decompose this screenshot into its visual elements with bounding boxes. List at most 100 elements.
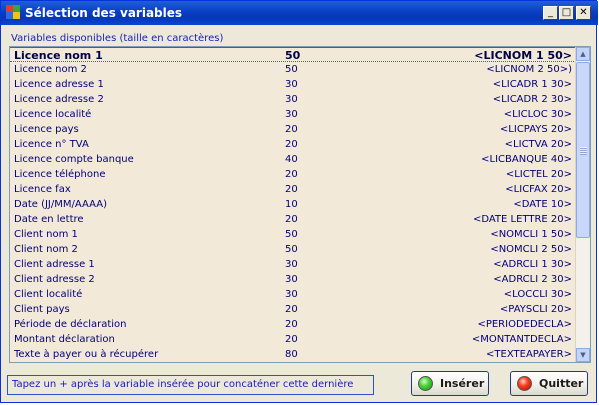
- variable-size: 30: [285, 259, 298, 270]
- variable-row[interactable]: Licence pays 20 <LICPAYS 20>: [10, 122, 576, 137]
- variable-code: <PAYSCLI 20>: [499, 304, 572, 315]
- variable-size: 30: [285, 79, 298, 90]
- dialog-body: Variables disponibles (taille en caractè…: [5, 27, 594, 401]
- variable-name: Client nom 1: [14, 229, 78, 240]
- variable-name: Licence téléphone: [14, 169, 106, 180]
- hint-text: Tapez un + après la variable insérée pou…: [7, 375, 374, 395]
- variable-name: Date en lettre: [14, 214, 84, 225]
- variable-row[interactable]: Période de déclaration 20 <PERIODEDECLA>: [10, 317, 576, 332]
- variable-code: <NOMCLI 1 50>: [490, 229, 572, 240]
- variable-size: 40: [285, 154, 298, 165]
- variable-name: Texte à payer ou à récupérer: [14, 349, 159, 360]
- variable-size: 20: [285, 334, 298, 345]
- variable-size: 20: [285, 139, 298, 150]
- variable-row[interactable]: Licence téléphone 20 <LICTEL 20>: [10, 167, 576, 182]
- variable-row[interactable]: Licence adresse 2 30 <LICADR 2 30>: [10, 92, 576, 107]
- variable-size: 30: [285, 109, 298, 120]
- variable-code: <LICNOM 1 50>: [474, 49, 572, 62]
- variable-row[interactable]: Licence adresse 1 30 <LICADR 1 30>: [10, 77, 576, 92]
- variable-name: Client nom 2: [14, 244, 78, 255]
- variable-row[interactable]: Date en lettre 20 <DATE LETTRE 20>: [10, 212, 576, 227]
- variable-row[interactable]: Licence fax 20 <LICFAX 20>: [10, 182, 576, 197]
- variable-row[interactable]: Client nom 1 50 <NOMCLI 1 50>: [10, 227, 576, 242]
- variable-name: Licence adresse 1: [14, 79, 104, 90]
- window-title: Sélection des variables: [25, 6, 183, 20]
- variable-row[interactable]: Client nom 2 50 <NOMCLI 2 50>: [10, 242, 576, 257]
- variable-row[interactable]: Licence nom 1 50 <LICNOM 1 50>: [10, 47, 576, 62]
- variable-name: Licence compte banque: [14, 154, 134, 165]
- variable-code: <NOMCLI 2 50>: [490, 244, 572, 255]
- variable-size: 50: [285, 49, 301, 62]
- vertical-scrollbar[interactable]: ▲ ▼: [575, 47, 590, 362]
- variable-size: 20: [285, 214, 298, 225]
- variable-row[interactable]: Client adresse 1 30 <ADRCLI 1 30>: [10, 257, 576, 272]
- variable-code: <PERIODEDECLA>: [477, 319, 572, 330]
- variable-size: 20: [285, 169, 298, 180]
- variable-name: Licence localité: [14, 109, 92, 120]
- insert-button[interactable]: Insérer: [411, 371, 489, 396]
- insert-button-label: Insérer: [440, 377, 485, 390]
- variable-size: 30: [285, 274, 298, 285]
- variable-name: Montant déclaration: [14, 334, 115, 345]
- close-button[interactable]: ✕: [576, 6, 591, 20]
- variable-row[interactable]: Licence compte banque 40 <LICBANQUE 40>: [10, 152, 576, 167]
- variable-name: Licence nom 1: [14, 49, 103, 62]
- variable-code: <TEXTEAPAYER>: [486, 349, 572, 360]
- variable-code: <MONTANTDECLA>: [471, 334, 572, 345]
- variable-row[interactable]: Client pays 20 <PAYSCLI 20>: [10, 302, 576, 317]
- variable-code: <LICTEL 20>: [505, 169, 572, 180]
- variable-name: Client pays: [14, 304, 70, 315]
- variables-listbox[interactable]: Licence nom 1 50 <LICNOM 1 50> Licence nom …: [9, 46, 591, 363]
- app-icon: [6, 5, 20, 19]
- variable-code: <LICADR 1 30>: [492, 79, 572, 90]
- red-led-icon: [517, 376, 532, 391]
- variable-row[interactable]: Licence nom 2 50 <LICNOM 2 50>): [10, 62, 576, 77]
- variable-code: <ADRCLI 1 30>: [493, 259, 572, 270]
- variable-name: Client adresse 2: [14, 274, 95, 285]
- quit-button[interactable]: Quitter: [510, 371, 588, 396]
- variable-row[interactable]: Client localité 30 <LOCCLI 30>: [10, 287, 576, 302]
- variable-size: 20: [285, 304, 298, 315]
- variable-code: <LICLOC 30>: [503, 109, 572, 120]
- variable-name: Licence fax: [14, 184, 71, 195]
- minimize-button[interactable]: _: [543, 6, 558, 20]
- variable-row[interactable]: Texte à payer ou à récupérer 80 <TEXTEAPAY…: [10, 347, 576, 362]
- variable-name: Licence pays: [14, 124, 79, 135]
- variable-size: 20: [285, 124, 298, 135]
- variable-name: Client localité: [14, 289, 83, 300]
- quit-button-label: Quitter: [539, 377, 584, 390]
- grip-icon: [580, 147, 587, 155]
- variable-size: 50: [285, 64, 298, 75]
- variable-name: Période de déclaration: [14, 319, 127, 330]
- variable-row[interactable]: Licence localité 30 <LICLOC 30>: [10, 107, 576, 122]
- dialog-window: Sélection des variables _ □ ✕ Variables …: [0, 0, 598, 403]
- scroll-down-icon[interactable]: ▼: [576, 348, 590, 362]
- scroll-up-icon[interactable]: ▲: [576, 47, 590, 61]
- title-bar[interactable]: Sélection des variables _ □ ✕: [1, 1, 598, 25]
- variable-row[interactable]: Licence n° TVA 20 <LICTVA 20>: [10, 137, 576, 152]
- variable-code: <DATE 10>: [513, 199, 572, 210]
- variable-code: <LICADR 2 30>: [492, 94, 572, 105]
- variable-code: <LICBANQUE 40>: [481, 154, 572, 165]
- variable-size: 30: [285, 289, 298, 300]
- variable-code: <ADRCLI 2 30>: [493, 274, 572, 285]
- variable-size: 80: [285, 349, 298, 360]
- variable-row[interactable]: Date (JJ/MM/AAAA) 10 <DATE 10>: [10, 197, 576, 212]
- variable-code: <LICNOM 2 50>): [486, 64, 572, 75]
- variable-size: 20: [285, 319, 298, 330]
- variable-code: <LICPAYS 20>: [499, 124, 572, 135]
- maximize-button[interactable]: □: [559, 6, 574, 20]
- variable-code: <DATE LETTRE 20>: [472, 214, 572, 225]
- variable-size: 50: [285, 229, 298, 240]
- variable-row[interactable]: Client adresse 2 30 <ADRCLI 2 30>: [10, 272, 576, 287]
- variable-size: 20: [285, 184, 298, 195]
- list-caption: Variables disponibles (taille en caractè…: [11, 33, 224, 44]
- green-led-icon: [418, 376, 433, 391]
- variables-list[interactable]: Licence nom 1 50 <LICNOM 1 50> Licence nom …: [10, 47, 576, 362]
- variable-code: <LICFAX 20>: [505, 184, 572, 195]
- scroll-thumb[interactable]: [576, 62, 590, 238]
- variable-code: <LOCCLI 30>: [503, 289, 572, 300]
- variable-name: Licence nom 2: [14, 64, 87, 75]
- variable-row[interactable]: Montant déclaration 20 <MONTANTDECLA>: [10, 332, 576, 347]
- variable-name: Date (JJ/MM/AAAA): [14, 199, 107, 210]
